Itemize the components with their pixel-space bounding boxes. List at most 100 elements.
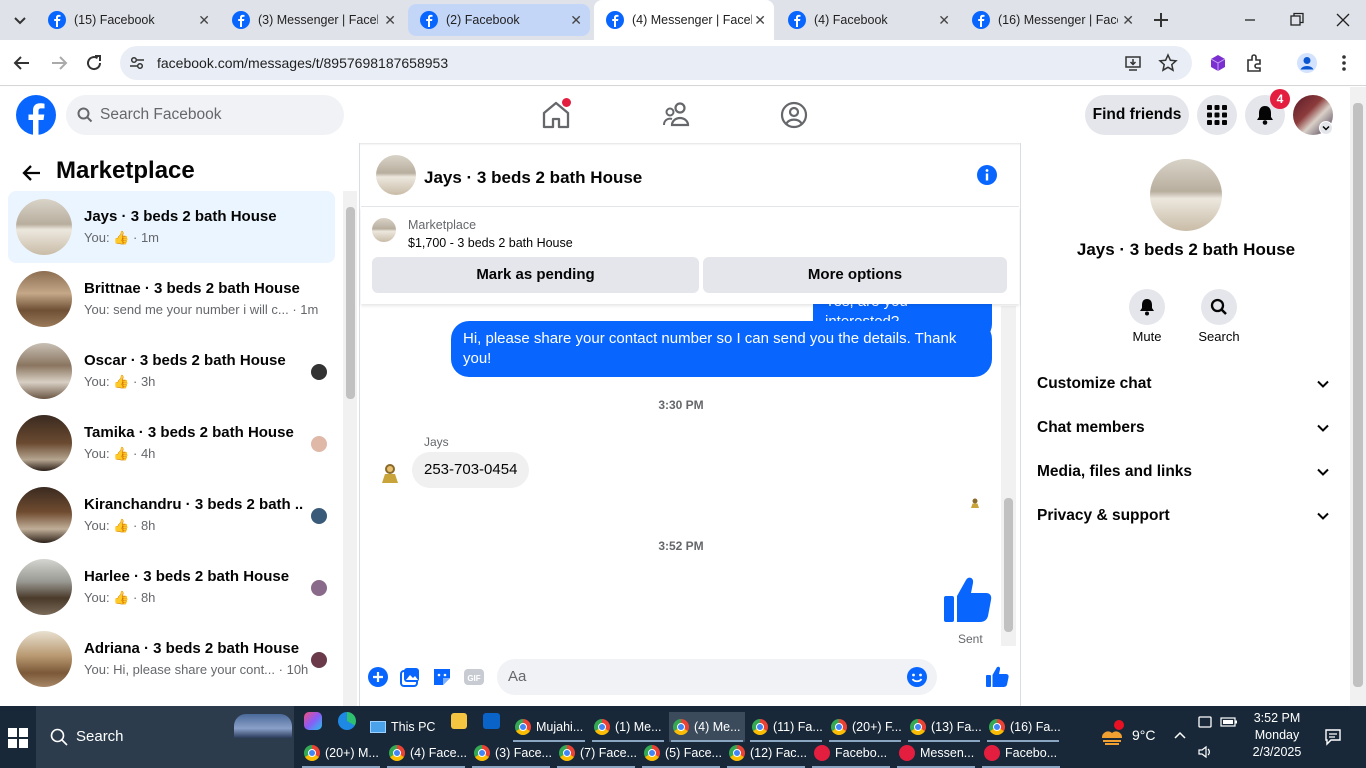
facebook-search-input[interactable]: Search Facebook <box>66 95 344 135</box>
attach-photo-button[interactable] <box>399 666 421 688</box>
account-chevron-icon[interactable] <box>1319 121 1333 135</box>
copilot-icon[interactable] <box>304 712 322 730</box>
url-field[interactable]: facebook.com/messages/t/8957698187658953 <box>120 46 1192 80</box>
conversation-item[interactable]: Tamika · 3 beds 2 bath House You: 👍 · 4h <box>8 407 335 479</box>
chat-avatar[interactable] <box>376 155 416 195</box>
taskbar-item[interactable]: (5) Face... <box>640 738 722 768</box>
send-like-button[interactable] <box>985 665 1009 689</box>
taskbar-search[interactable]: Search <box>36 706 294 768</box>
preview-text: You: <box>84 590 110 605</box>
friends-nav-button[interactable] <box>660 99 692 131</box>
find-friends-button[interactable]: Find friends <box>1085 95 1189 135</box>
conversation-item[interactable]: Jays · 3 beds 2 bath House You: 👍 · 1m <box>8 191 335 263</box>
taskbar-item[interactable]: (12) Fac... <box>725 738 807 768</box>
taskbar-item[interactable]: Facebo... <box>810 738 892 768</box>
close-icon[interactable]: ✕ <box>570 12 582 29</box>
conversations-scrollbar[interactable] <box>343 191 357 706</box>
media-files-links-section[interactable]: Media, files and links <box>1037 451 1337 495</box>
tab-search-dropdown[interactable] <box>8 8 32 32</box>
bookmark-star-icon[interactable] <box>1158 53 1178 73</box>
facebook-logo[interactable] <box>16 95 56 135</box>
install-app-icon[interactable] <box>1124 54 1142 72</box>
back-button[interactable] <box>20 161 44 185</box>
sticker-button[interactable] <box>431 666 453 688</box>
taskbar-item[interactable]: (20+) M... <box>300 738 382 768</box>
conversation-info-button[interactable] <box>976 164 998 186</box>
conversation-item[interactable]: Adriana · 3 beds 2 bath House You: Hi, p… <box>8 623 335 695</box>
calculator-icon[interactable] <box>451 713 467 729</box>
browser-tab-3[interactable]: (2) Facebook ✕ <box>408 4 590 36</box>
start-button[interactable] <box>8 728 28 748</box>
reload-button[interactable] <box>83 52 105 74</box>
battery-icon[interactable] <box>1220 716 1238 728</box>
notification-center-button[interactable] <box>1324 728 1342 746</box>
customize-chat-section[interactable]: Customize chat <box>1037 363 1337 407</box>
profile-button[interactable] <box>1296 52 1318 74</box>
home-nav-button[interactable] <box>540 98 572 131</box>
more-options-button[interactable]: More options <box>703 257 1007 293</box>
close-icon[interactable]: ✕ <box>1122 12 1134 29</box>
tab-title: (2) Facebook <box>446 13 520 27</box>
weather-widget[interactable]: 9°C <box>1100 720 1160 750</box>
page-scrollbar[interactable] <box>1350 87 1366 707</box>
mark-as-pending-button[interactable]: Mark as pending <box>372 257 699 293</box>
conversation-item[interactable]: Harlee · 3 beds 2 bath House You: 👍 · 8h <box>8 551 335 623</box>
emoji-icon[interactable] <box>906 666 928 688</box>
outlook-icon[interactable] <box>483 713 500 729</box>
close-icon[interactable]: ✕ <box>938 12 950 29</box>
gif-button[interactable]: GIF <box>463 666 485 688</box>
edge-icon[interactable] <box>338 712 356 730</box>
mute-button[interactable] <box>1129 289 1165 325</box>
taskbar-item[interactable]: (3) Face... <box>470 738 552 768</box>
incoming-message[interactable]: 253-703-0454 <box>412 452 530 488</box>
minimize-button[interactable] <box>1240 10 1260 30</box>
forward-button[interactable] <box>48 52 70 74</box>
groups-nav-button[interactable] <box>778 99 810 131</box>
browser-tab-1[interactable]: (15) Facebook ✕ <box>36 4 218 36</box>
listing-title[interactable]: $1,700 - 3 beds 2 bath House <box>408 236 573 250</box>
volume-icon[interactable] <box>1197 744 1213 760</box>
conversation-item[interactable]: Kiranchandru · 3 beds 2 bath ... You: 👍 … <box>8 479 335 551</box>
close-icon[interactable]: ✕ <box>198 12 210 29</box>
close-window-button[interactable] <box>1333 10 1353 30</box>
scrollbar-thumb[interactable] <box>346 207 355 399</box>
conversation-item[interactable]: Oscar · 3 beds 2 bath House You: 👍 · 3h <box>8 335 335 407</box>
scrollbar-thumb[interactable] <box>1353 103 1363 687</box>
tray-overflow-button[interactable] <box>1172 728 1188 744</box>
outgoing-message[interactable]: Hi, please share your contact number so … <box>451 321 992 377</box>
new-tab-button[interactable] <box>1150 9 1172 31</box>
taskbar-item[interactable]: (4) Face... <box>385 738 467 768</box>
more-actions-button[interactable] <box>367 666 389 688</box>
listing-thumbnail[interactable] <box>372 218 396 242</box>
sender-avatar[interactable] <box>378 461 402 485</box>
chat-members-section[interactable]: Chat members <box>1037 407 1337 451</box>
restore-button[interactable] <box>1287 10 1307 30</box>
conversation-preview: You: 👍 · 3h <box>84 374 155 390</box>
chat-title[interactable]: Jays · 3 beds 2 bath House <box>424 168 642 188</box>
close-icon[interactable]: ✕ <box>384 12 396 29</box>
browser-menu-button[interactable] <box>1334 52 1354 74</box>
site-settings-icon[interactable] <box>128 54 146 72</box>
browser-tab-active[interactable]: (4) Messenger | Faceb ✕ <box>594 0 774 40</box>
meet-now-icon[interactable] <box>1197 714 1213 730</box>
browser-tab-2[interactable]: (3) Messenger | Faceb ✕ <box>220 4 404 36</box>
message-thread-scrollbar[interactable] <box>1001 306 1016 646</box>
extension-button[interactable] <box>1208 53 1228 73</box>
extensions-menu-button[interactable] <box>1244 52 1266 74</box>
sent-like[interactable] <box>942 574 994 626</box>
search-in-conversation-button[interactable] <box>1201 289 1237 325</box>
back-button[interactable] <box>11 52 33 74</box>
taskbar-item[interactable]: Messen... <box>895 738 977 768</box>
browser-tab-5[interactable]: (4) Facebook ✕ <box>776 4 958 36</box>
browser-tab-6[interactable]: (16) Messenger | Face ✕ <box>960 4 1142 36</box>
facebook-icon <box>788 11 806 29</box>
privacy-support-section[interactable]: Privacy & support <box>1037 495 1337 539</box>
conversation-item[interactable]: Brittnae · 3 beds 2 bath House You: send… <box>8 263 335 335</box>
taskbar-item[interactable]: Facebo... <box>980 738 1062 768</box>
taskbar-item[interactable]: (7) Face... <box>555 738 637 768</box>
menu-button[interactable] <box>1197 95 1237 135</box>
clock[interactable]: 3:52 PM Monday 2/3/2025 <box>1244 710 1310 766</box>
close-icon[interactable]: ✕ <box>754 12 766 29</box>
scrollbar-thumb[interactable] <box>1004 498 1013 632</box>
message-input[interactable]: Aa <box>497 659 937 695</box>
